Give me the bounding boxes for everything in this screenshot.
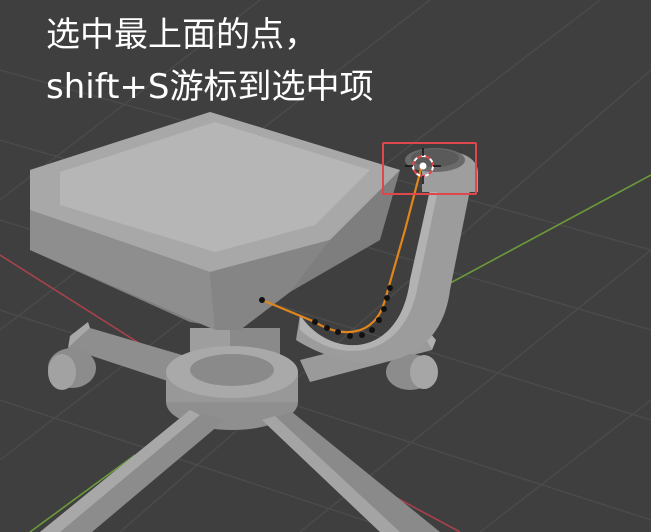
3d-viewport[interactable]: 选中最上面的点， shift+S游标到选中项	[0, 0, 651, 532]
chair-seat[interactable]	[30, 112, 400, 330]
caption-line-1: 选中最上面的点，	[46, 15, 318, 55]
caption-line-2: shift+S游标到选中项	[46, 67, 374, 107]
selection-highlight-box	[382, 142, 477, 195]
